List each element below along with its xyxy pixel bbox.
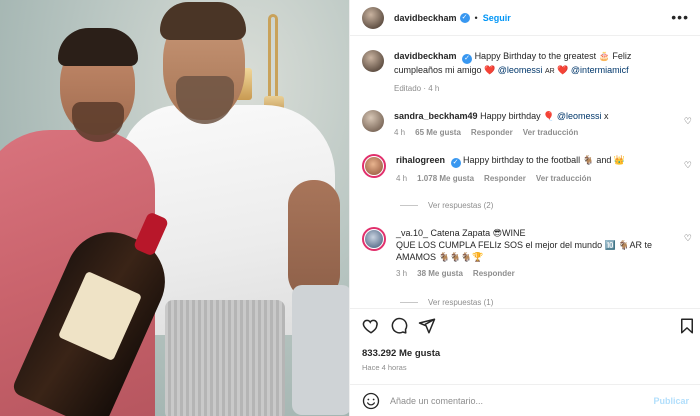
flag-label: AR: [544, 68, 555, 75]
post-header: davidbeckham ✓ • Seguir •••: [350, 0, 700, 36]
mention-intermiamicf[interactable]: @intermiamicf: [571, 65, 629, 75]
post-sidebar: davidbeckham ✓ • Seguir ••• davidbeckham…: [349, 0, 700, 416]
comments-list: davidbeckham ✓ Happy Birthday to the gre…: [350, 37, 700, 307]
caption-text: Happy Birthday to the greatest 🎂 Feliz: [474, 51, 632, 61]
caption-edited: Editado · 4 h: [394, 84, 440, 93]
comment-body: rihalogreen ✓ Happy birthday to the foot…: [396, 154, 676, 185]
comment-suffix: x: [604, 111, 609, 121]
mention-leomessi[interactable]: @leomessi: [498, 65, 543, 75]
comment-text-2: QUE LOS CUMPLA FELIz SOS el mejor del mu…: [396, 240, 652, 250]
like-count[interactable]: 833.292 Me gusta: [362, 348, 440, 359]
post-photo[interactable]: [0, 0, 349, 416]
person-right-arm: [288, 180, 340, 300]
emoji-icon[interactable]: [362, 392, 380, 410]
comment-like-heart-icon[interactable]: ♡: [684, 233, 692, 244]
comment-item: rihalogreen ✓ Happy birthday to the foot…: [362, 154, 692, 185]
reply-button[interactable]: Responder: [471, 127, 513, 139]
commenter-avatar[interactable]: [362, 227, 386, 251]
comment-text: Happy birthday to the football 🐐 and 👑: [463, 155, 626, 165]
publish-button[interactable]: Publicar: [653, 396, 689, 406]
commenter-avatar[interactable]: [362, 154, 386, 178]
view-replies-button[interactable]: Ver respuestas (2): [400, 201, 493, 210]
comment-username[interactable]: rihalogreen: [396, 155, 445, 165]
view-replies-button[interactable]: Ver respuestas (1): [400, 298, 493, 307]
comment-username[interactable]: _va.10_: [396, 228, 428, 238]
person-left-hair: [58, 28, 138, 66]
comment-likes[interactable]: 38 Me gusta: [417, 268, 463, 280]
comment-text-3: AMAMOS 🐐🐐🐐🏆: [396, 252, 484, 262]
held-jacket: [292, 285, 349, 415]
author-avatar[interactable]: [362, 6, 384, 29]
comment-time: 3 h: [396, 269, 408, 278]
view-replies-label[interactable]: Ver respuestas (2): [428, 201, 493, 210]
verified-icon: ✓: [459, 12, 470, 23]
more-icon[interactable]: •••: [671, 10, 689, 24]
person-right-hair: [160, 2, 246, 40]
post-time: Hace 4 horas: [362, 363, 407, 372]
comment-like-heart-icon[interactable]: ♡: [684, 116, 692, 127]
comment-item: _va.10_ Catena Zapata 😎WINE QUE LOS CUMP…: [362, 227, 692, 280]
comment-username[interactable]: sandra_beckham49: [394, 111, 478, 121]
share-icon[interactable]: [418, 317, 436, 335]
action-bar: [350, 308, 700, 342]
comment-like-heart-icon[interactable]: ♡: [684, 160, 692, 171]
comment-icon[interactable]: [390, 317, 408, 335]
caption: davidbeckham ✓ Happy Birthday to the gre…: [362, 50, 692, 95]
caption-text-2: cumpleaños mi amigo ❤️: [394, 65, 496, 75]
caption-avatar[interactable]: [362, 50, 384, 72]
follow-button[interactable]: Seguir: [483, 13, 511, 23]
caption-emoji: ❤️: [557, 65, 569, 75]
comment-likes[interactable]: 65 Me gusta: [415, 127, 461, 139]
comment-text: Happy birthday 🎈: [480, 111, 555, 121]
commenter-avatar[interactable]: [362, 110, 384, 132]
verified-icon: ✓: [450, 158, 461, 168]
comment-likes[interactable]: 1.078 Me gusta: [417, 173, 474, 185]
caption-username[interactable]: davidbeckham: [394, 51, 457, 61]
replies-line: [400, 302, 418, 303]
comment-body: _va.10_ Catena Zapata 😎WINE QUE LOS CUMP…: [396, 227, 676, 280]
translate-button[interactable]: Ver traducción: [536, 173, 592, 185]
caption-body: davidbeckham ✓ Happy Birthday to the gre…: [394, 50, 674, 95]
comment-body: sandra_beckham49 Happy birthday 🎈 @leome…: [394, 110, 674, 139]
heart-icon[interactable]: [362, 317, 380, 335]
separator-dot: •: [474, 12, 478, 23]
view-replies-label[interactable]: Ver respuestas (1): [428, 298, 493, 307]
comment-item: sandra_beckham49 Happy birthday 🎈 @leome…: [362, 110, 692, 139]
reply-button[interactable]: Responder: [484, 173, 526, 185]
comment-text: Catena Zapata 😎WINE: [430, 228, 526, 238]
comment-input[interactable]: [390, 395, 640, 406]
comment-time: 4 h: [394, 128, 406, 137]
comment-time: 4 h: [396, 174, 408, 183]
author-username[interactable]: davidbeckham: [394, 13, 457, 23]
person-right-pants: [165, 300, 285, 416]
translate-button[interactable]: Ver traducción: [523, 127, 579, 139]
verified-icon: ✓: [462, 54, 473, 64]
bookmark-icon[interactable]: [678, 317, 696, 335]
reply-button[interactable]: Responder: [473, 268, 515, 280]
wall-lamp: [268, 14, 278, 109]
comment-bar: Publicar: [350, 384, 700, 416]
comment-mention[interactable]: @leomessi: [557, 111, 602, 121]
replies-line: [400, 205, 418, 206]
